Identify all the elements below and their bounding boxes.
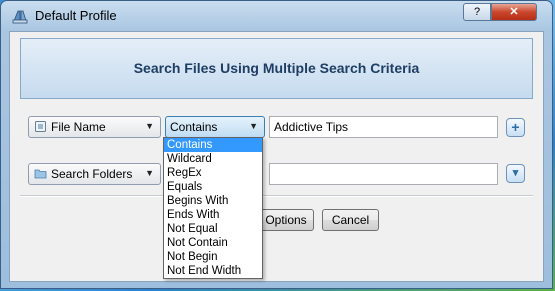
- dialog-window: Default Profile ? ✕ Search Files Using M…: [0, 0, 553, 289]
- field-combo-label: File Name: [51, 120, 106, 134]
- dropdown-option[interactable]: Ends With: [164, 208, 262, 222]
- banner-heading: Search Files Using Multiple Search Crite…: [20, 38, 533, 99]
- binoculars-icon: [12, 10, 28, 24]
- cancel-button[interactable]: Cancel: [322, 209, 379, 231]
- help-button[interactable]: ?: [463, 3, 491, 21]
- chevron-down-icon: ▼: [249, 121, 258, 131]
- dropdown-option[interactable]: Not Begin: [164, 250, 262, 264]
- dropdown-option[interactable]: Not Equal: [164, 222, 262, 236]
- field-combo[interactable]: File Name ▼: [28, 116, 161, 138]
- dropdown-option[interactable]: Not End Width: [164, 264, 262, 278]
- dropdown-option[interactable]: RegEx: [164, 166, 262, 180]
- dropdown-option[interactable]: Begins With: [164, 194, 262, 208]
- dialog-body: Search Files Using Multiple Search Crite…: [9, 31, 544, 282]
- title-bar[interactable]: Default Profile ? ✕: [1, 1, 552, 31]
- folder-icon: [34, 169, 47, 179]
- path-dropdown-button[interactable]: ▾: [506, 164, 525, 183]
- search-value-input[interactable]: Addictive Tips: [269, 116, 498, 138]
- dropdown-option[interactable]: Not Contain: [164, 236, 262, 250]
- location-combo[interactable]: Search Folders ▼: [28, 163, 161, 185]
- operator-combo-label: Contains: [170, 120, 218, 134]
- dropdown-option[interactable]: Wildcard: [164, 152, 262, 166]
- window-title: Default Profile: [35, 8, 117, 23]
- file-icon: [35, 121, 46, 132]
- close-button[interactable]: ✕: [491, 3, 537, 21]
- location-combo-label: Search Folders: [51, 167, 133, 181]
- operator-combo[interactable]: Contains ▼: [165, 116, 265, 138]
- operator-dropdown-list: Contains Wildcard RegEx Equals Begins With En…: [163, 137, 263, 279]
- add-criteria-button[interactable]: +: [506, 118, 525, 137]
- chevron-down-icon: ▼: [145, 121, 154, 131]
- dropdown-option[interactable]: Equals: [164, 180, 262, 194]
- chevron-down-icon: ▼: [145, 168, 154, 178]
- divider: [20, 195, 533, 197]
- path-input[interactable]: [269, 163, 498, 185]
- options-button[interactable]: Options: [258, 209, 314, 231]
- dropdown-option[interactable]: Contains: [164, 138, 262, 152]
